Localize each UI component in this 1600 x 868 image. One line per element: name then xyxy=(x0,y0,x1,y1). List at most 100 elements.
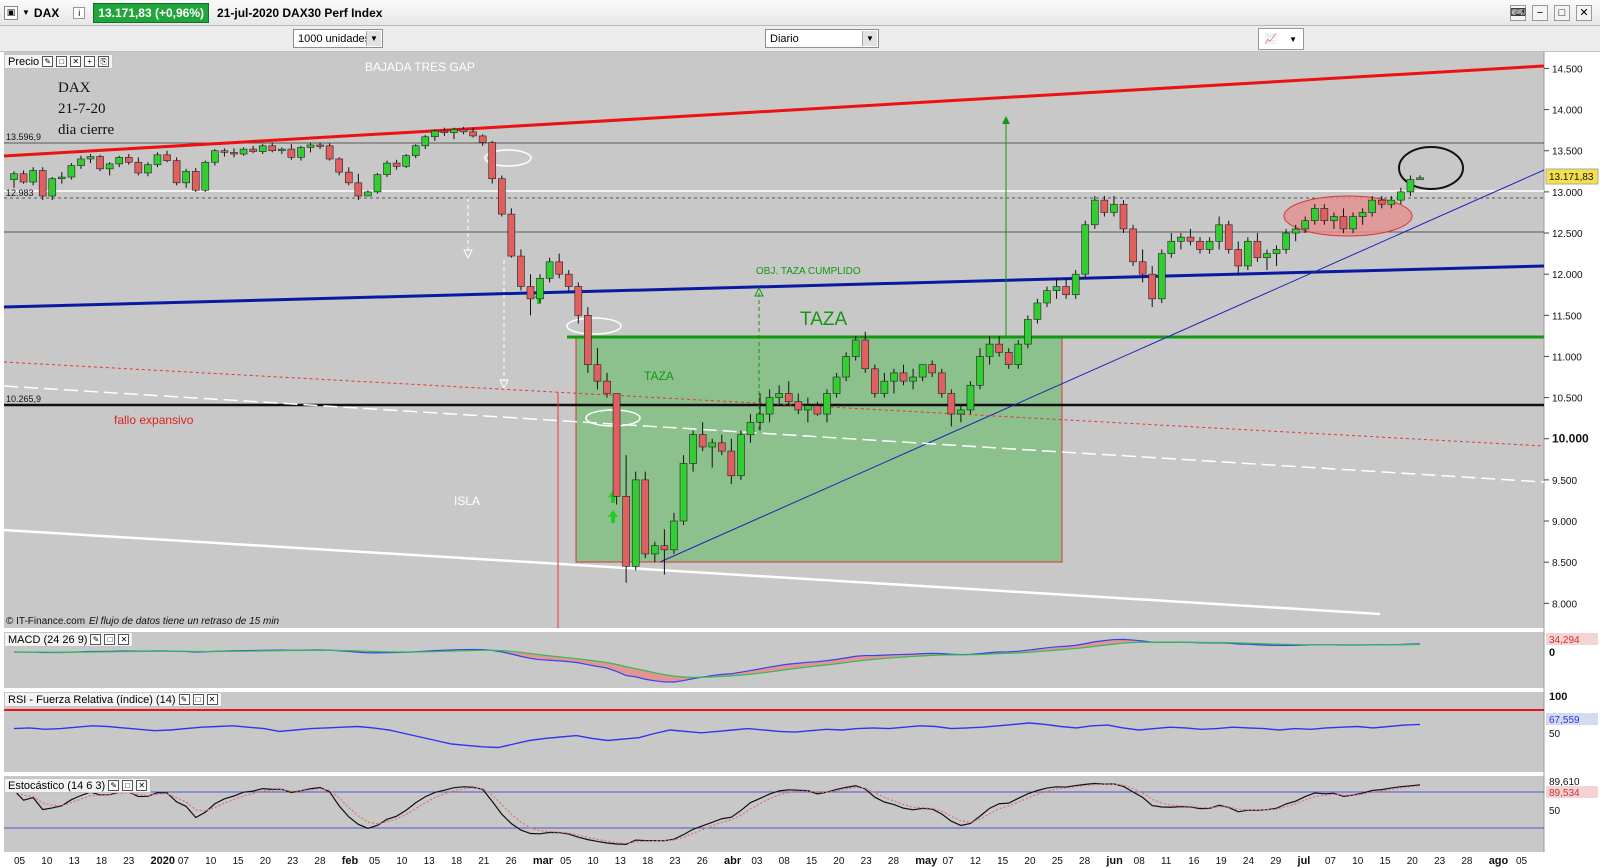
info-icon[interactable]: i xyxy=(73,6,86,19)
y-tick-label: 11.500 xyxy=(1552,311,1582,322)
window-icon[interactable]: □ xyxy=(122,780,134,791)
symbol-selector[interactable]: ▣ ▼ DAX xyxy=(4,5,59,20)
rsi-panel-label: RSI - Fuerza Relativa (índice) (14) ✎ □ … xyxy=(4,692,222,707)
candle-body xyxy=(1205,240,1214,250)
chevron-down-icon[interactable]: ▼ xyxy=(366,31,381,46)
keyboard-icon[interactable]: ⌨ xyxy=(1510,4,1526,21)
candle-body xyxy=(1014,343,1023,365)
candle-body xyxy=(593,364,602,382)
rsi-panel-bg xyxy=(4,692,1544,772)
close-icon[interactable]: ✕ xyxy=(70,56,82,67)
candle-body xyxy=(947,393,956,415)
candle-body xyxy=(124,157,133,163)
candle-body xyxy=(1024,319,1032,345)
candle-body xyxy=(804,405,812,411)
candle-body xyxy=(507,213,516,257)
x-tick-label: 10 xyxy=(205,856,217,867)
candle-body xyxy=(555,261,563,275)
wrench-icon[interactable]: ✎ xyxy=(108,780,120,791)
candle-body xyxy=(813,405,822,415)
copy-icon[interactable]: ⎘ xyxy=(98,56,110,67)
dropdown-arrow-icon[interactable]: ▼ xyxy=(22,8,30,17)
y-tick-label: 9.500 xyxy=(1552,476,1577,487)
close-icon[interactable]: ✕ xyxy=(206,694,218,705)
annotation-dax: DAX xyxy=(58,80,91,96)
wrench-icon[interactable]: ✎ xyxy=(42,56,54,67)
x-tick-label: 20 xyxy=(1024,856,1036,867)
candle-body xyxy=(1330,216,1338,221)
x-tick-label: 21 xyxy=(478,856,490,867)
window-titlebar: ▣ ▼ DAX i 13.171,83 (+0,96%) 21-jul-2020… xyxy=(0,0,1600,26)
close-icon[interactable]: ✕ xyxy=(136,780,148,791)
stoch-tick-50: 50 xyxy=(1549,806,1561,817)
candle-body xyxy=(737,434,745,477)
stoch-panel-title: Estocástico (14 6 3) xyxy=(8,779,106,792)
candle-body xyxy=(890,372,898,382)
minimize-button[interactable]: − xyxy=(1532,4,1548,21)
candle-body xyxy=(1301,220,1310,230)
x-tick-label: 15 xyxy=(232,856,244,867)
window-icon[interactable]: □ xyxy=(104,634,116,645)
candle-body xyxy=(105,163,114,170)
chart-area[interactable]: DAX 21-7-20 dia cierre BAJADA TRES GAP O… xyxy=(0,52,1600,868)
units-select[interactable]: 1000 unidades ▼ xyxy=(293,29,383,48)
candle-body xyxy=(268,145,277,152)
x-tick-label: 20 xyxy=(1407,856,1419,867)
candle-body xyxy=(1282,232,1290,250)
macd-value-label: 34,294 xyxy=(1549,635,1580,646)
candle-body xyxy=(306,144,315,148)
candle-body xyxy=(497,178,506,215)
x-tick-label: 2020 xyxy=(151,855,175,867)
x-tick-label: 28 xyxy=(1461,856,1473,867)
window-controls: ⌨ − □ ✕ xyxy=(1510,4,1592,21)
candle-body xyxy=(1253,240,1262,259)
chevron-down-icon: ▼ xyxy=(1289,34,1298,44)
candle-body xyxy=(1349,216,1357,230)
copyright-text: © IT-Finance.com xyxy=(6,616,85,627)
x-tick-label: 13 xyxy=(615,856,627,867)
delay-note: El flujo de datos tiene un retraso de 15… xyxy=(89,616,280,627)
y-tick-label: 12.000 xyxy=(1552,270,1583,281)
maximize-button[interactable]: □ xyxy=(1554,4,1570,21)
x-tick-label: 18 xyxy=(642,856,654,867)
chevron-down-icon[interactable]: ▼ xyxy=(862,31,877,46)
price-change-badge: 13.171,83 (+0,96%) xyxy=(93,2,210,23)
candle-body xyxy=(1167,240,1176,254)
macd-panel-label: MACD (24 26 9) ✎ □ ✕ xyxy=(4,632,134,647)
candle-body xyxy=(96,156,104,170)
chart-type-button[interactable]: 📈 ▼ xyxy=(1258,28,1304,50)
candle-body xyxy=(526,286,535,300)
candle-body xyxy=(966,384,975,411)
plus-icon[interactable]: + xyxy=(84,56,96,67)
period-select[interactable]: Diario ▼ xyxy=(765,29,879,48)
candle-body xyxy=(230,152,238,155)
candle-body xyxy=(851,339,860,357)
close-icon[interactable]: ✕ xyxy=(118,634,130,645)
close-button[interactable]: ✕ xyxy=(1576,4,1592,21)
candle-body xyxy=(832,376,841,394)
wrench-icon[interactable]: ✎ xyxy=(90,634,102,645)
window-icon[interactable]: □ xyxy=(192,694,204,705)
candle-body xyxy=(517,255,525,287)
window-icon[interactable]: □ xyxy=(56,56,68,67)
candle-body xyxy=(421,136,430,147)
candle-body xyxy=(249,148,257,152)
y-tick-label: 11.000 xyxy=(1552,352,1582,363)
candle-body xyxy=(1406,179,1415,193)
candle-body xyxy=(86,156,95,160)
price-panel-label: Precio ✎ □ ✕ + ⎘ xyxy=(4,54,114,69)
candle-body xyxy=(191,171,200,191)
candle-body xyxy=(880,380,889,394)
candle-body xyxy=(612,393,621,497)
y-tick-label: 10.000 xyxy=(1552,432,1589,446)
stoch-panel-bg xyxy=(4,776,1544,852)
candle-body xyxy=(1368,199,1376,213)
y-tick-label: 14.500 xyxy=(1552,64,1583,75)
wrench-icon[interactable]: ✎ xyxy=(178,694,190,705)
x-tick-label: 15 xyxy=(997,856,1009,867)
x-tick-label: 18 xyxy=(96,856,108,867)
x-tick-label: 10 xyxy=(587,856,599,867)
candle-body xyxy=(842,356,850,378)
macd-panel-title: MACD (24 26 9) xyxy=(8,633,88,646)
annotation-date: 21-7-20 xyxy=(58,101,106,117)
